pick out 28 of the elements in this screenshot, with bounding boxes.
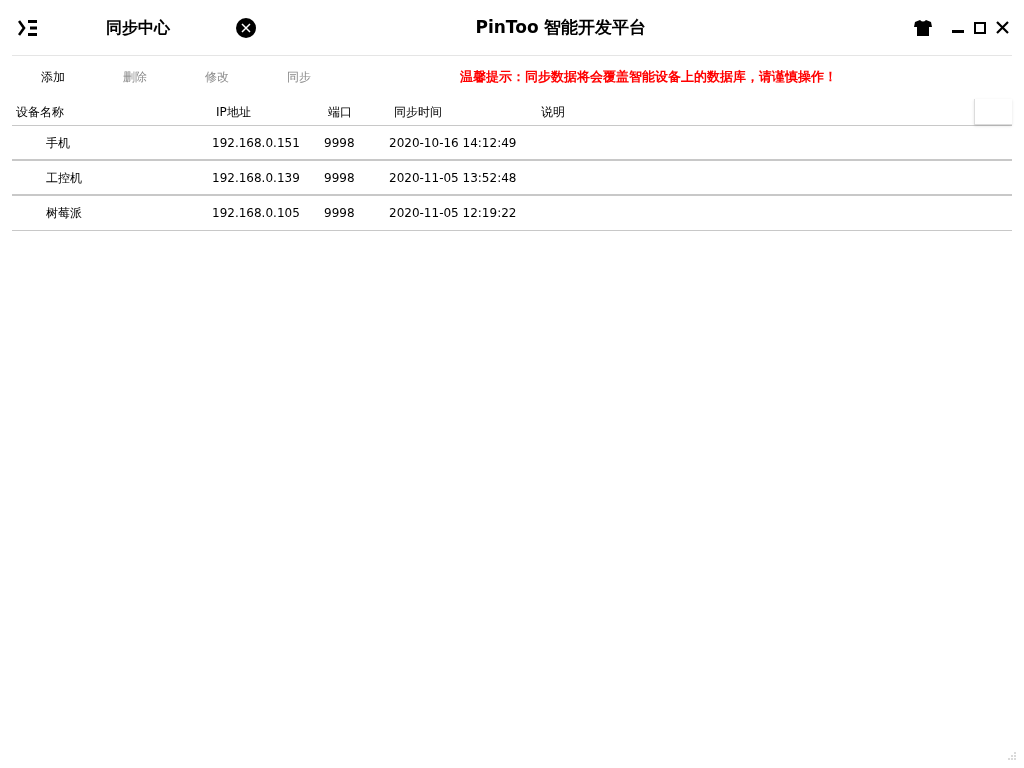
column-header: 同步时间 [393,103,443,121]
menu-icon[interactable] [18,18,38,37]
shirt-icon[interactable] [914,19,932,36]
table-cell-text: 192.168.0.105 [212,205,300,222]
toolbar-button[interactable]: 添加 [12,68,94,86]
page-title: 同步中心 [106,16,171,39]
table-cell-text: 9998 [324,169,355,187]
column-header: IP地址 [215,103,252,121]
column-header: 设备名称 [15,103,65,121]
table-cell-text: 工控机 [46,169,82,187]
warning-notice: 温馨提示：同步数据将会覆盖智能设备上的数据库，请谨慎操作！ [460,68,837,87]
column-header: 说明 [541,103,566,121]
table-cell-text: 9998 [324,134,355,152]
close-icon[interactable] [236,17,256,38]
column-header: 端口 [327,103,353,121]
table-cell-text: 192.168.0.151 [212,134,300,152]
resize-grip-icon[interactable] [1008,752,1016,760]
table-cell-text: 9998 [324,205,355,222]
table-cell-text: 2020-11-05 13:52:48 [389,169,517,187]
table-cell-text: 192.168.0.139 [212,169,300,187]
table-cell-text: 2020-11-05 12:19:22 [389,205,517,222]
app-title: PinToo 智能开发平台 [475,15,647,39]
table-cell-text: 2020-10-16 14:12:49 [389,134,517,152]
header-cell [974,98,1012,125]
table-cell-text: 手机 [46,134,70,152]
table-cell-text: 树莓派 [46,205,82,222]
close-window-icon[interactable] [996,21,1009,34]
maximize-icon[interactable] [974,21,986,34]
